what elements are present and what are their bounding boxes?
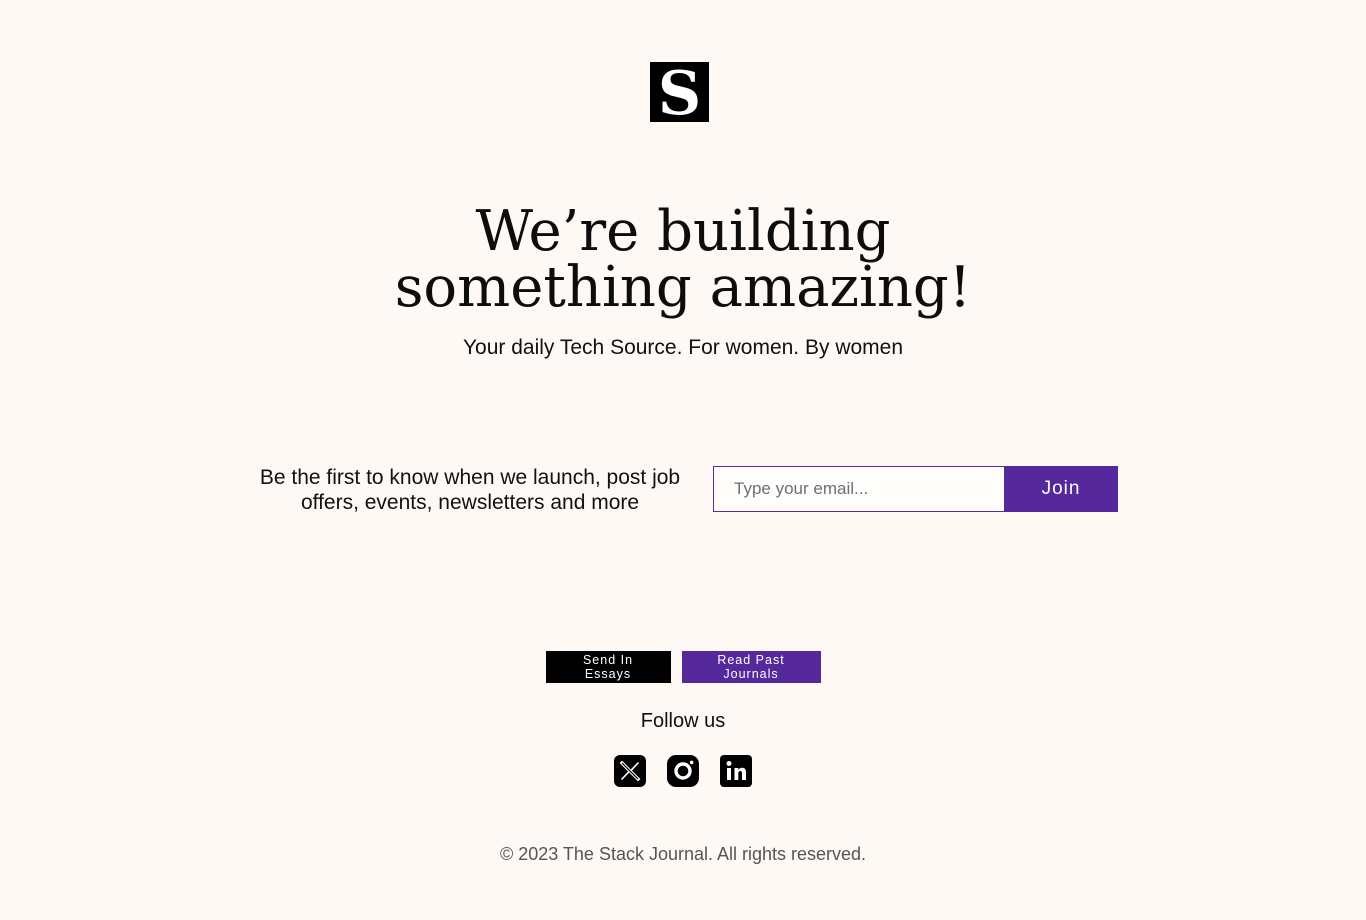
- logo-letter: S: [657, 62, 702, 122]
- signup-description: Be the first to know when we launch, pos…: [259, 466, 681, 514]
- linkedin-icon[interactable]: [720, 755, 752, 787]
- email-input[interactable]: [713, 466, 1005, 512]
- join-button[interactable]: Join: [1004, 466, 1118, 512]
- read-past-journals-button[interactable]: Read Past Journals: [681, 651, 821, 683]
- site-logo[interactable]: S: [650, 62, 709, 122]
- x-twitter-icon[interactable]: [614, 755, 646, 787]
- social-links: [0, 755, 1366, 787]
- headline-line-2: something amazing!: [394, 255, 972, 320]
- instagram-icon[interactable]: [667, 755, 699, 787]
- action-buttons: Send In Essays Read Past Journals: [0, 651, 1366, 683]
- tagline: Your daily Tech Source. For women. By wo…: [462, 336, 904, 359]
- page-headline: We’re building something amazing!: [300, 204, 1066, 316]
- send-in-essays-button[interactable]: Send In Essays: [545, 651, 671, 683]
- follow-us-label: Follow us: [640, 710, 726, 732]
- footer-copyright: © 2023 The Stack Journal. All rights res…: [499, 844, 867, 864]
